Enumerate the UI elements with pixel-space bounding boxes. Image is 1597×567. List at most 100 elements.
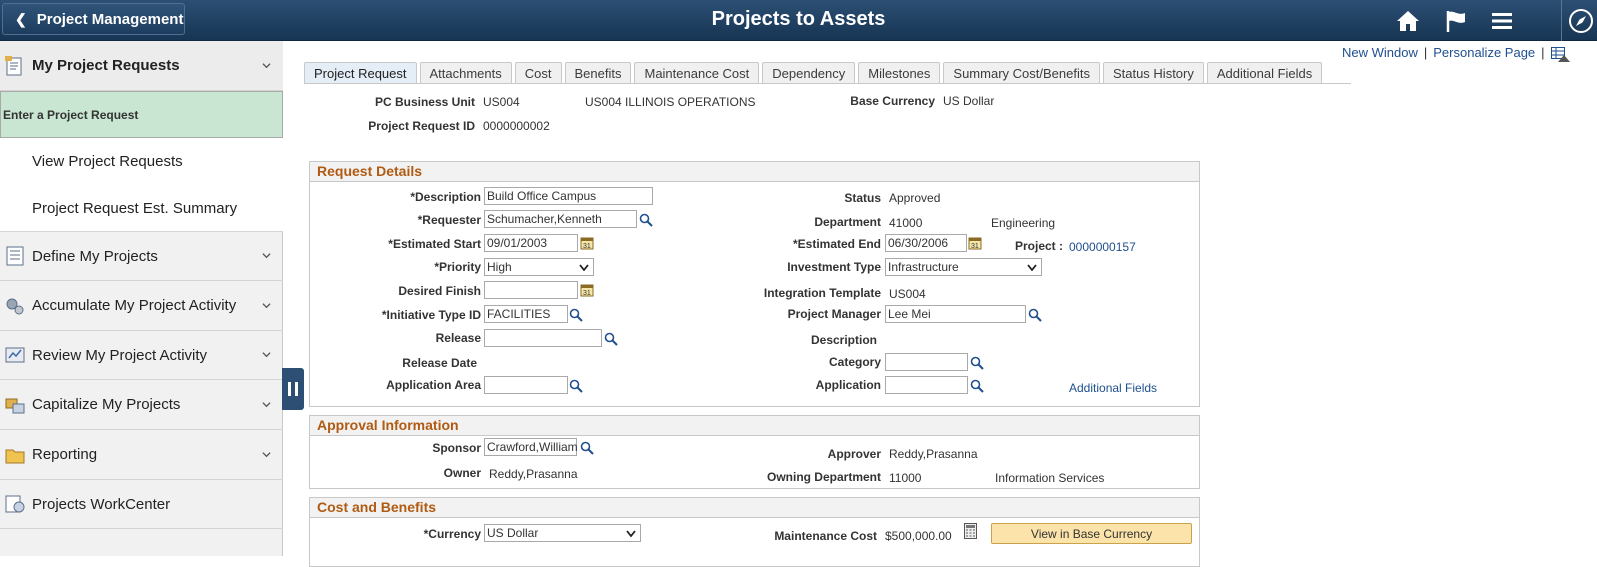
page-title: Projects to Assets: [711, 8, 886, 30]
home-icon[interactable]: [1393, 6, 1423, 36]
bu-description: US004 ILLINOIS OPERATIONS: [585, 95, 756, 109]
category-field[interactable]: [885, 353, 968, 371]
workcenter-icon: [5, 495, 25, 513]
application-lookup-icon[interactable]: [970, 379, 984, 393]
tab-cost[interactable]: Cost: [514, 62, 562, 84]
scroll-up-icon[interactable]: [1555, 49, 1573, 69]
sidebar-section-capitalize-projects[interactable]: Capitalize My Projects: [0, 380, 283, 430]
sidebar-section-label: Accumulate My Project Activity: [32, 297, 237, 314]
initiative-lookup-icon[interactable]: [569, 308, 583, 322]
sidebar-item-view-project-requests[interactable]: View Project Requests: [0, 138, 283, 185]
tab-attachments[interactable]: Attachments: [419, 62, 512, 84]
priority-label: *Priority: [434, 260, 481, 274]
sidebar-section-define-my-projects[interactable]: Define My Projects: [0, 232, 283, 281]
base-currency-value: US Dollar: [943, 94, 995, 108]
sidebar-section-projects-workcenter[interactable]: Projects WorkCenter: [0, 480, 283, 529]
link-separator: |: [1423, 45, 1428, 60]
tab-benefits[interactable]: Benefits: [564, 62, 632, 84]
folder-icon: [5, 449, 25, 463]
sidebar-section-label: Reporting: [32, 446, 98, 463]
priority-select[interactable]: High: [484, 258, 594, 276]
sponsor-label: Sponsor: [432, 441, 481, 455]
department-value: 41000: [889, 216, 923, 230]
request-id-label: Project Request ID: [368, 119, 475, 133]
tab-project-request[interactable]: Project Request: [304, 62, 417, 84]
link-separator: |: [1541, 45, 1545, 60]
chevron-down-icon: [262, 401, 271, 407]
currency-select-value: US Dollar: [487, 526, 539, 540]
flag-icon[interactable]: [1441, 6, 1471, 36]
owning-dept-value: 11000: [889, 471, 922, 485]
est-start-field[interactable]: 09/01/2003: [484, 234, 578, 252]
additional-fields-link[interactable]: Additional Fields: [1069, 381, 1157, 395]
sidebar-section-my-project-requests[interactable]: My Project Requests: [0, 41, 283, 91]
sponsor-field[interactable]: Crawford,William: [484, 438, 578, 456]
status-label: Status: [844, 191, 881, 205]
calendar-icon[interactable]: 31: [580, 283, 594, 297]
category-lookup-icon[interactable]: [970, 356, 984, 370]
tab-status-history[interactable]: Status History: [1102, 62, 1204, 84]
sidebar-section-accumulate-activity[interactable]: Accumulate My Project Activity: [0, 281, 283, 331]
tab-summary-cost-benefits[interactable]: Summary Cost/Benefits: [943, 62, 1100, 84]
sidebar-section-reporting[interactable]: Reporting: [0, 430, 283, 480]
calendar-icon[interactable]: 31: [968, 236, 982, 250]
calculator-icon[interactable]: [964, 523, 977, 539]
project-manager-label: Project Manager: [787, 307, 881, 321]
integration-template-label: Integration Template: [763, 286, 881, 300]
back-button[interactable]: ❮ Project Management: [2, 3, 185, 35]
owner-label: Owner: [443, 466, 481, 480]
sidebar-section-review-activity[interactable]: Review My Project Activity: [0, 331, 283, 380]
calendar-icon[interactable]: 31: [580, 236, 594, 250]
tab-dependency[interactable]: Dependency: [762, 62, 856, 84]
tab-milestones[interactable]: Milestones: [858, 62, 941, 84]
description-field[interactable]: Build Office Campus: [484, 187, 653, 205]
est-end-field[interactable]: 06/30/2006: [885, 234, 967, 252]
view-in-base-currency-button[interactable]: View in Base Currency: [991, 523, 1192, 544]
investment-type-value: Infrastructure: [888, 260, 959, 274]
requester-lookup-icon[interactable]: [639, 213, 653, 227]
sidebar-section-label: Capitalize My Projects: [32, 396, 181, 413]
tab-additional-fields[interactable]: Additional Fields: [1206, 62, 1323, 84]
base-currency-label: Base Currency: [850, 94, 935, 108]
project-manager-field[interactable]: Lee Mei: [885, 305, 1026, 323]
tab-maintenance-cost[interactable]: Maintenance Cost: [634, 62, 760, 84]
compass-icon[interactable]: [1566, 6, 1596, 36]
currency-label: *Currency: [423, 527, 481, 541]
new-window-link[interactable]: New Window: [1342, 45, 1418, 60]
application-area-lookup-icon[interactable]: [569, 379, 583, 393]
capitalize-icon: [5, 398, 25, 413]
sidebar-item-project-request-est-summary[interactable]: Project Request Est. Summary: [0, 185, 283, 232]
department-label: Department: [814, 215, 881, 229]
approver-label: Approver: [827, 447, 881, 461]
application-area-field[interactable]: [484, 376, 568, 394]
priority-select-value: High: [487, 260, 512, 274]
requester-label: *Requester: [417, 213, 481, 227]
page-links: New Window | Personalize Page |: [1342, 45, 1565, 60]
sponsor-lookup-icon[interactable]: [580, 441, 594, 455]
menu-icon[interactable]: [1487, 6, 1517, 36]
desired-finish-field[interactable]: [484, 281, 578, 299]
personalize-page-link[interactable]: Personalize Page: [1433, 45, 1535, 60]
initiative-type-label: *Initiative Type ID: [381, 308, 481, 322]
project-link[interactable]: 0000000157: [1069, 240, 1136, 254]
application-field[interactable]: [885, 376, 968, 394]
initiative-type-field[interactable]: FACILITIES: [484, 305, 568, 323]
sidebar-collapse-button[interactable]: [282, 368, 304, 410]
currency-select[interactable]: US Dollar: [484, 524, 641, 542]
requester-field[interactable]: Schumacher,Kenneth: [484, 210, 637, 228]
project-manager-lookup-icon[interactable]: [1028, 308, 1042, 322]
back-button-label: Project Management: [36, 10, 184, 28]
release-field[interactable]: [484, 329, 602, 347]
release-date-label: Release Date: [402, 356, 477, 370]
investment-type-select[interactable]: Infrastructure: [885, 258, 1042, 276]
svg-text:31: 31: [583, 290, 591, 297]
tab-underline: [304, 83, 1351, 84]
sidebar-section-label: Projects WorkCenter: [32, 495, 171, 513]
owning-dept-label: Owning Department: [766, 470, 881, 484]
release-lookup-icon[interactable]: [604, 332, 618, 346]
project-label: Project :: [1014, 239, 1063, 253]
department-description: Engineering: [991, 216, 1056, 230]
integration-template-value: US004: [889, 287, 926, 301]
sidebar-item-enter-project-request[interactable]: Enter a Project Request: [0, 91, 283, 138]
dropdown-arrow-icon: [1027, 264, 1037, 271]
